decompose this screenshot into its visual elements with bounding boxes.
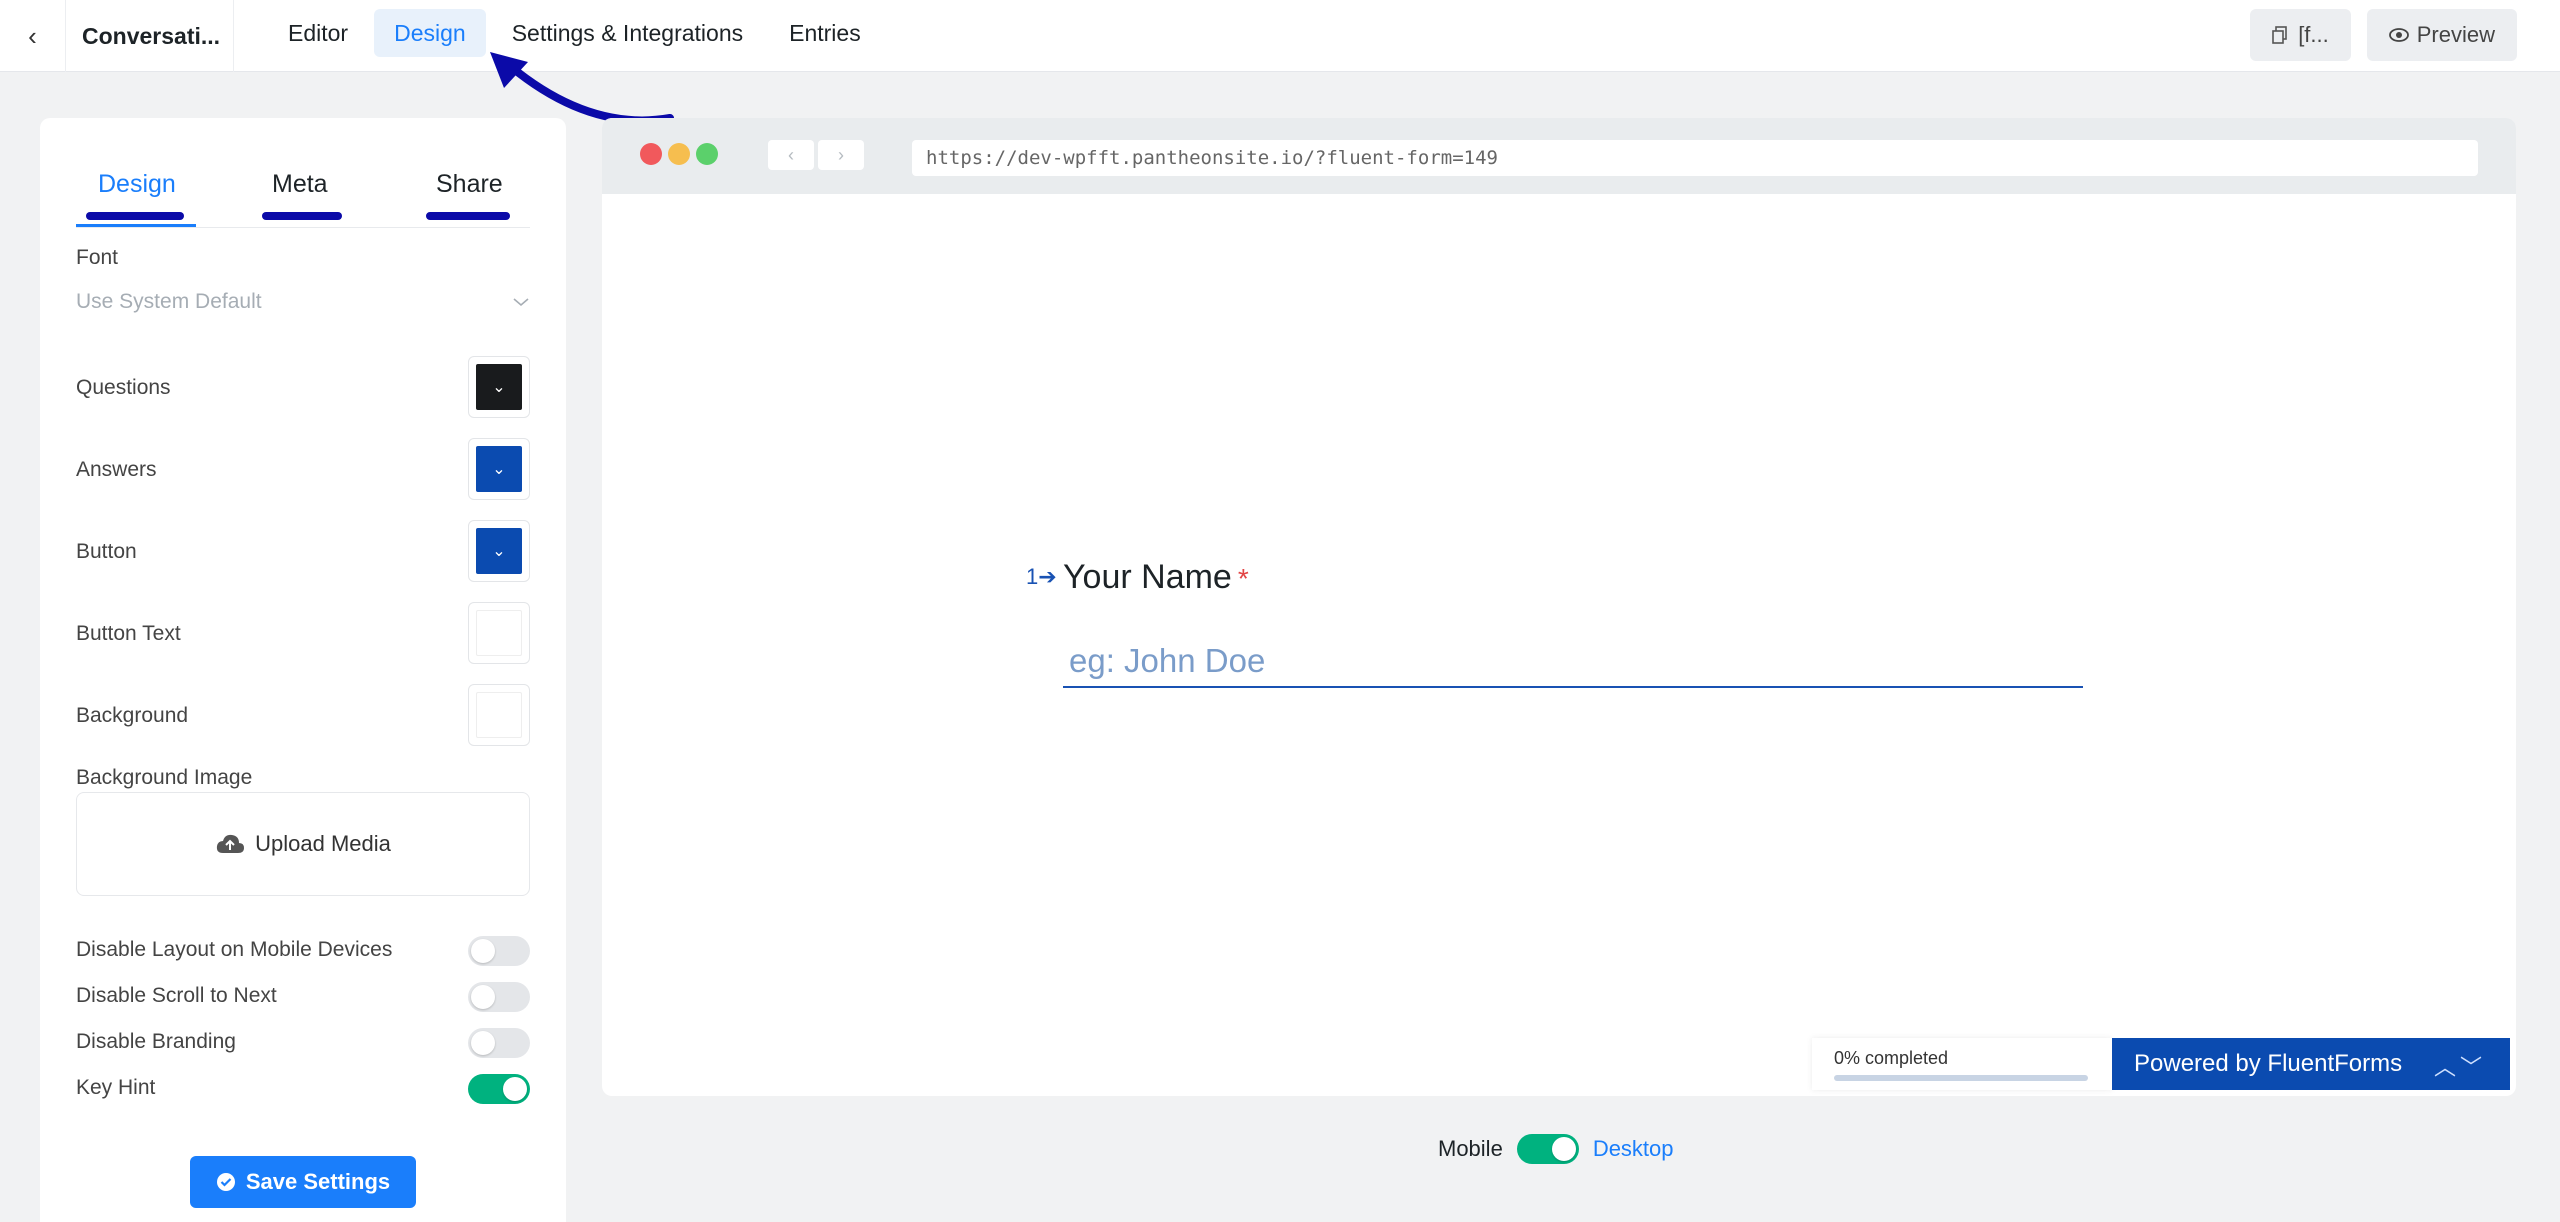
device-switch[interactable] [1516, 1134, 1579, 1164]
toggle-knob [471, 985, 495, 1009]
preview-label: Preview [2416, 22, 2495, 47]
browser-preview: ‹ › https://dev-wpfft.pantheonsite.io/?f… [602, 118, 2516, 1096]
subtab-meta[interactable]: Meta [272, 170, 328, 199]
top-bar: ‹ Conversati... Editor Design Settings &… [0, 0, 2560, 72]
design-settings-panel: Design Meta Share Font Use System Defaul… [40, 118, 566, 1222]
annotation-underline [86, 212, 184, 220]
disable-branding-toggle[interactable] [468, 1028, 530, 1058]
disable-mobile-layout-toggle[interactable] [468, 936, 530, 966]
chevron-down-icon [513, 298, 529, 307]
browser-back-button[interactable]: ‹ [768, 140, 814, 170]
progress-text: 0% completed [1834, 1048, 1949, 1068]
question-title-text: Your Name [1063, 558, 1232, 596]
questions-color-label: Questions [76, 376, 171, 399]
question-title: Your Name * [1063, 558, 1249, 597]
top-actions: [f... Preview [2250, 9, 2517, 61]
toggle-knob [1551, 1137, 1576, 1161]
background-image-label: Background Image [76, 766, 253, 789]
subtab-design[interactable]: Design [98, 170, 176, 199]
chevron-right-icon: › [838, 144, 844, 165]
powered-by-banner[interactable]: Powered by FluentForms ︿﹀ [2112, 1038, 2510, 1090]
toggle-knob [503, 1077, 527, 1101]
toggle-label: Disable Scroll to Next [76, 984, 277, 1007]
color-swatch: ⌄ [476, 446, 522, 492]
chevron-left-icon: ‹ [788, 144, 794, 165]
chevron-up-icon[interactable]: ︿ [2434, 1055, 2460, 1080]
active-subtab-indicator [76, 224, 196, 227]
upload-media-label: Upload Media [255, 831, 391, 856]
tab-editor[interactable]: Editor [268, 9, 368, 57]
question-number: 1➔ [1026, 564, 1057, 589]
window-minimize-dot [668, 143, 690, 165]
shortcode-button[interactable]: [f... [2250, 9, 2351, 61]
required-mark: * [1237, 563, 1249, 594]
chevron-down-icon[interactable]: ﹀ [2460, 1055, 2486, 1080]
button-color-picker[interactable]: ⌄ [468, 520, 530, 582]
background-color-label: Background [76, 704, 189, 727]
eye-icon [2388, 28, 2409, 42]
tab-design[interactable]: Design [374, 9, 486, 57]
questions-color-picker[interactable]: ⌄ [468, 356, 530, 418]
disable-scroll-next-toggle[interactable] [468, 982, 530, 1012]
font-select[interactable]: Use System Default [76, 282, 530, 322]
font-label: Font [76, 246, 119, 269]
progress-bar [1834, 1075, 2088, 1081]
color-swatch: ⌄ [476, 528, 522, 574]
check-circle-icon [216, 1173, 235, 1191]
powered-by-prefix: Powered by [2134, 1050, 2268, 1077]
window-close-dot [640, 143, 662, 165]
progress-indicator: 0% completed [1812, 1038, 2112, 1090]
form-name: Conversati... [66, 0, 234, 72]
background-color-picker[interactable] [468, 684, 530, 746]
toggle-label: Disable Branding [76, 1030, 236, 1053]
name-input[interactable]: eg: John Doe [1063, 636, 2083, 688]
navigation-arrows[interactable]: ︿﹀ [2434, 1050, 2486, 1082]
shortcode-label: [f... [2298, 22, 2329, 47]
browser-forward-button[interactable]: › [818, 140, 864, 170]
annotation-underline [426, 212, 510, 220]
preview-button[interactable]: Preview [2366, 9, 2517, 61]
save-settings-button[interactable]: Save Settings [190, 1156, 416, 1208]
powered-by-brand: FluentForms [2267, 1050, 2403, 1077]
toggle-knob [471, 1031, 495, 1055]
button-text-color-label: Button Text [76, 622, 181, 645]
back-button[interactable]: ‹ [0, 0, 66, 72]
arrow-right-icon: ➔ [1038, 564, 1057, 589]
address-bar[interactable]: https://dev-wpfft.pantheonsite.io/?fluen… [912, 140, 2478, 176]
copy-icon [2272, 26, 2287, 44]
color-swatch [476, 692, 522, 738]
mobile-label[interactable]: Mobile [1438, 1136, 1503, 1162]
desktop-label[interactable]: Desktop [1593, 1136, 1674, 1162]
chevron-left-icon: ‹ [28, 20, 37, 51]
toggle-label: Key Hint [76, 1076, 156, 1099]
font-select-value: Use System Default [76, 290, 262, 313]
tab-entries[interactable]: Entries [769, 9, 881, 57]
subtab-share[interactable]: Share [436, 170, 503, 199]
upload-media-button[interactable]: Upload Media [76, 792, 530, 896]
chevron-down-icon: ⌄ [492, 461, 506, 478]
button-text-color-picker[interactable] [468, 602, 530, 664]
color-swatch [476, 610, 522, 656]
key-hint-toggle[interactable] [468, 1074, 530, 1104]
chevron-down-icon: ⌄ [492, 379, 506, 396]
panel-subtabs: Design Meta Share [76, 150, 530, 228]
save-settings-label: Save Settings [245, 1169, 391, 1194]
button-color-label: Button [76, 540, 137, 563]
answers-color-label: Answers [76, 458, 157, 481]
color-swatch: ⌄ [476, 364, 522, 410]
cloud-upload-icon [217, 834, 245, 853]
chevron-down-icon: ⌄ [492, 543, 506, 560]
browser-chrome: ‹ › https://dev-wpfft.pantheonsite.io/?f… [602, 118, 2516, 194]
toggle-label: Disable Layout on Mobile Devices [76, 938, 393, 961]
toggle-knob [471, 939, 495, 963]
device-toggle: Mobile Desktop [1438, 1134, 1674, 1164]
window-maximize-dot [696, 143, 718, 165]
answers-color-picker[interactable]: ⌄ [468, 438, 530, 500]
annotation-underline [262, 212, 342, 220]
